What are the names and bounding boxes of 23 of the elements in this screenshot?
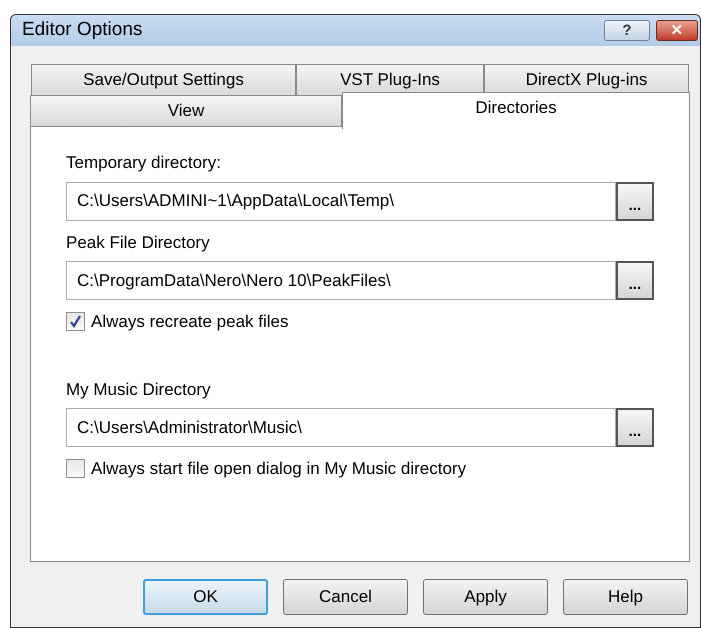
tab[interactable]: View [30, 95, 342, 127]
browse-button[interactable]: ... [616, 182, 654, 220]
window-title: Editor Options [22, 18, 142, 42]
dialog-button[interactable]: Help [563, 579, 688, 615]
path-field[interactable]: C:\ProgramData\Nero\Nero 10\PeakFiles\ [66, 261, 616, 300]
checkbox[interactable] [66, 312, 85, 332]
checkbox-label: Always start file open dialog in My Music directory [91, 458, 466, 480]
tab[interactable]: Directories [342, 92, 690, 129]
path-field[interactable]: C:\Users\ADMINI~1\AppData\Local\Temp\ [66, 182, 616, 220]
checkbox[interactable] [66, 459, 85, 478]
dialog-button[interactable]: OK [143, 579, 268, 615]
field-label: Temporary directory: [66, 152, 222, 174]
checkbox-label: Always recreate peak files [91, 311, 288, 333]
browse-button[interactable]: ... [616, 408, 654, 447]
path-field[interactable]: C:\Users\Administrator\Music\ [66, 408, 616, 447]
field-label: Peak File Directory [66, 232, 211, 254]
tab[interactable]: Save/Output Settings [31, 64, 296, 96]
tab[interactable]: VST Plug-Ins [296, 64, 484, 96]
help-button[interactable]: ? [604, 20, 650, 41]
dialog-button[interactable]: Cancel [283, 579, 408, 615]
browse-button[interactable]: ... [616, 261, 654, 300]
dialog-button[interactable]: Apply [423, 579, 548, 615]
field-label: My Music Directory [66, 378, 212, 400]
